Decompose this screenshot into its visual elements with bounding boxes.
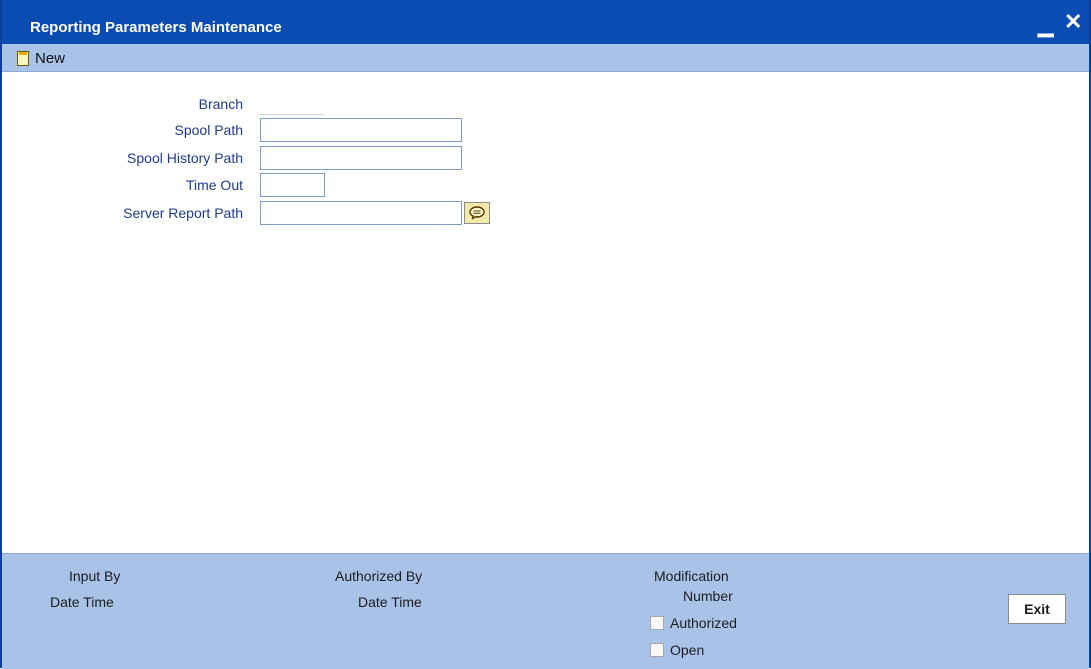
server-report-path-label: Server Report Path [123, 205, 243, 221]
title-bar: Reporting Parameters Maintenance ▁ ✕ [2, 0, 1089, 44]
spool-path-row: Spool Path [2, 118, 1089, 144]
new-button[interactable]: New [17, 49, 65, 67]
time-out-row: Time Out [2, 173, 1089, 199]
window-title: Reporting Parameters Maintenance [30, 19, 282, 36]
close-icon[interactable]: ✕ [1064, 9, 1082, 35]
list-of-values-icon [469, 206, 485, 220]
input-by-label: Input By [69, 568, 121, 584]
spool-path-input[interactable] [260, 118, 462, 142]
authorized-by-label: Authorized By [335, 568, 423, 584]
open-checkbox-label: Open [670, 642, 705, 658]
time-out-label: Time Out [185, 177, 243, 193]
spool-history-path-input[interactable] [260, 146, 462, 170]
new-button-label: New [35, 49, 66, 67]
server-report-path-row: Server Report Path [2, 201, 1089, 227]
form-content: Branch Spool Path Spool History Path Tim… [2, 72, 1089, 553]
spool-history-path-row: Spool History Path [2, 146, 1089, 172]
authorized-checkbox-label: Authorized [670, 615, 737, 631]
open-checkbox[interactable] [650, 643, 664, 657]
server-report-path-input[interactable] [260, 201, 462, 225]
authorized-checkbox[interactable] [650, 616, 664, 630]
branch-value [260, 96, 323, 115]
authorized-status: Authorized [650, 615, 737, 631]
minimize-icon[interactable]: ▁ [1038, 13, 1053, 38]
toolbar: New [2, 44, 1089, 72]
branch-row: Branch [2, 92, 1089, 118]
reporting-parameters-window: Reporting Parameters Maintenance ▁ ✕ New… [0, 0, 1091, 669]
exit-button[interactable]: Exit [1008, 594, 1066, 624]
modification-label-line1: Modification [654, 568, 729, 584]
modification-label-line2: Number [683, 588, 733, 604]
new-document-icon [17, 50, 29, 66]
spool-path-label: Spool Path [174, 122, 244, 138]
branch-label: Branch [198, 96, 243, 112]
exit-button-label: Exit [1024, 601, 1050, 617]
open-status: Open [650, 642, 704, 658]
audit-footer: Input By Date Time Authorized By Date Ti… [2, 553, 1089, 669]
spool-history-path-label: Spool History Path [127, 150, 243, 166]
input-date-time-label: Date Time [50, 594, 114, 610]
time-out-input[interactable] [260, 173, 325, 197]
list-of-values-button[interactable] [464, 202, 490, 224]
authorized-date-time-label: Date Time [358, 594, 422, 610]
